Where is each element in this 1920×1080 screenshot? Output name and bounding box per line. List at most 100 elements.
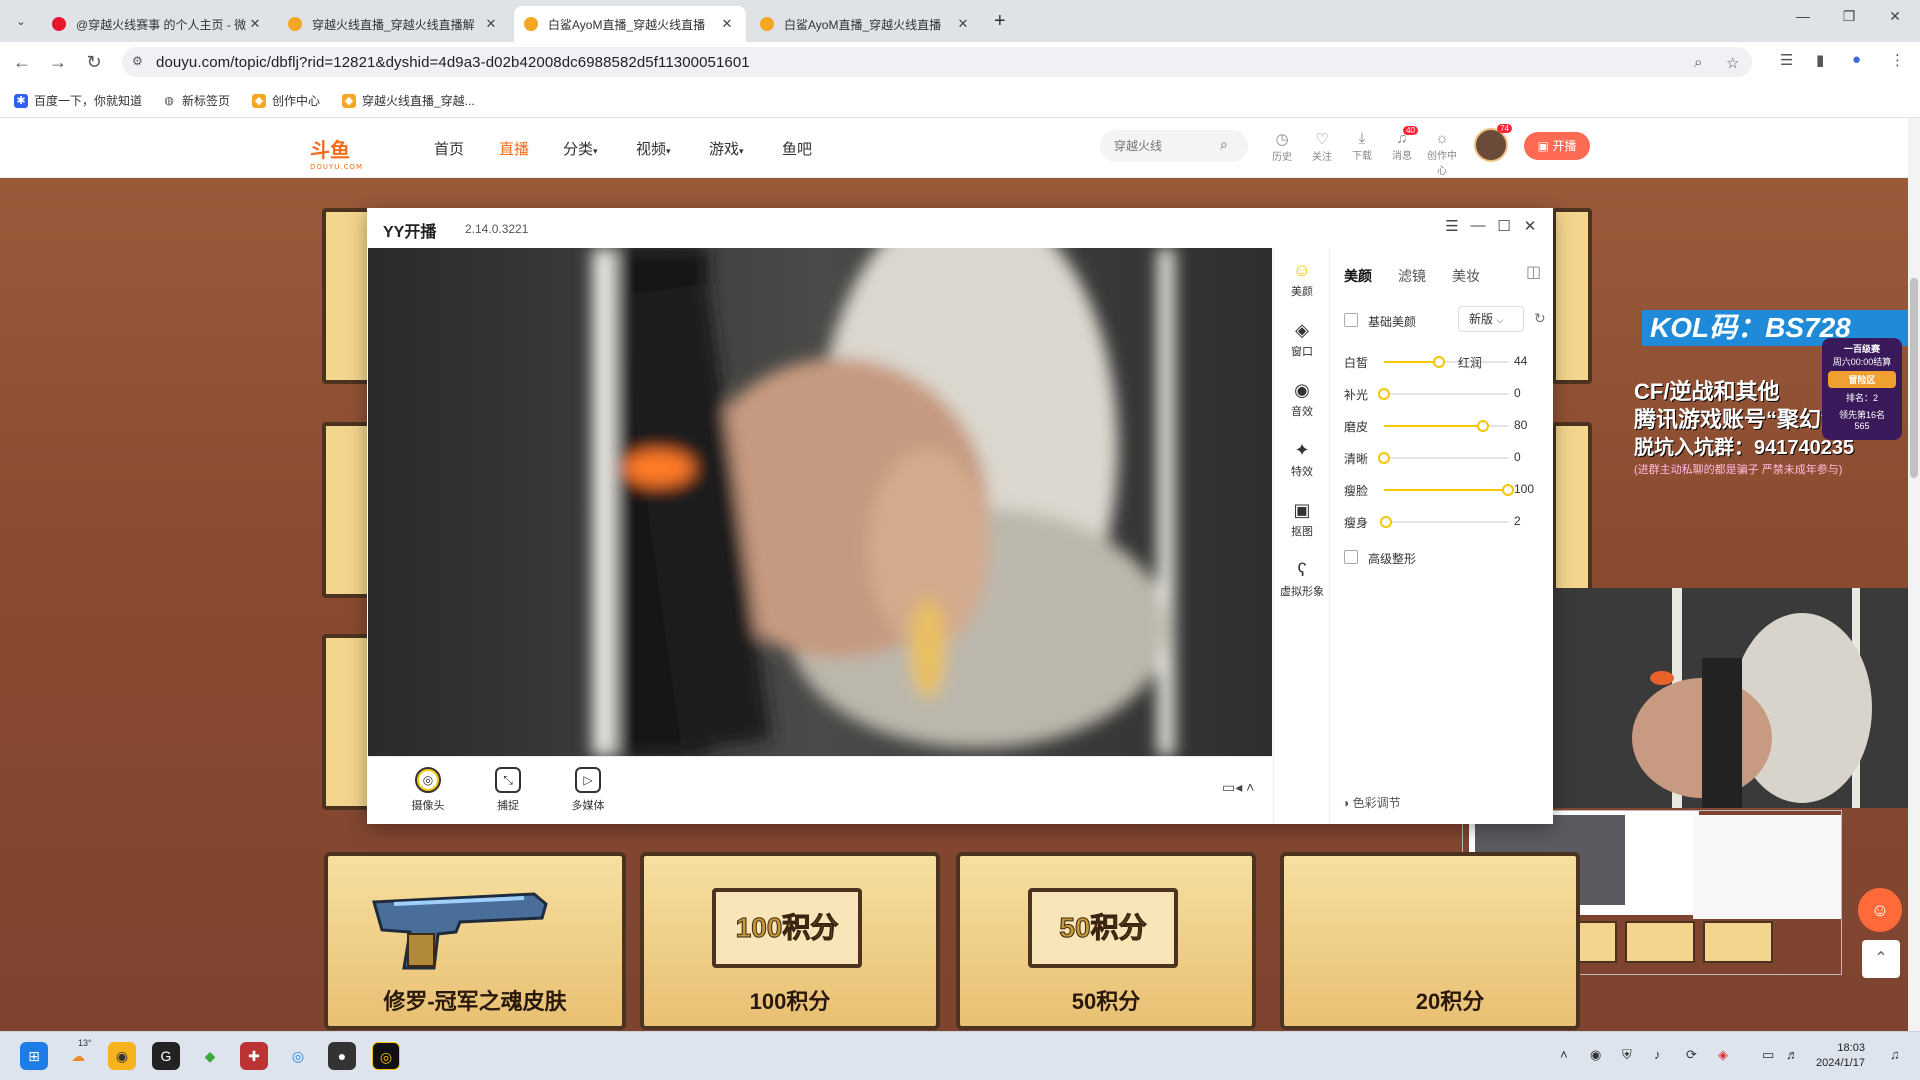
- browser-tab[interactable]: @穿越火线赛事 的个人主页 - 微 ✕: [42, 6, 274, 42]
- obs-app-icon[interactable]: ●: [328, 1042, 356, 1070]
- close-window-icon[interactable]: ✕: [1880, 8, 1910, 25]
- reload-icon[interactable]: ↻: [82, 51, 106, 75]
- basic-beauty-checkbox[interactable]: [1344, 313, 1358, 327]
- prize-card[interactable]: 20积分: [1280, 852, 1580, 1030]
- page-scrollbar[interactable]: [1908, 118, 1920, 1031]
- restore-icon[interactable]: ❐: [1834, 8, 1864, 25]
- browser-tab[interactable]: 白鲨AyoM直播_穿越火线直播 ✕: [750, 6, 982, 42]
- nav-games[interactable]: 游戏▾: [709, 138, 744, 159]
- close-tab-icon[interactable]: ✕: [246, 16, 264, 32]
- side-avatar[interactable]: ʕ 虚拟形象: [1274, 560, 1330, 599]
- slider-fill-light[interactable]: 补光 0: [1344, 384, 1544, 404]
- app-leaf-icon[interactable]: ◆: [196, 1042, 224, 1070]
- nav-category[interactable]: 分类▾: [563, 138, 598, 159]
- back-to-top-icon[interactable]: ⌃: [1862, 940, 1900, 978]
- tab-search-icon[interactable]: ⌄: [10, 10, 32, 32]
- bookmark-star-icon[interactable]: ☆: [1726, 54, 1739, 72]
- clock[interactable]: 18:03 2024/1/17: [1816, 1041, 1865, 1071]
- slider-body-slim[interactable]: 瘦身 2: [1344, 512, 1544, 532]
- windows-start-icon[interactable]: ⊞: [20, 1042, 48, 1070]
- follow-button[interactable]: ♡ 关注: [1304, 130, 1340, 163]
- back-icon[interactable]: ←: [10, 51, 34, 75]
- slider-sharpness[interactable]: 清晰 0: [1344, 448, 1544, 468]
- video-source-icon[interactable]: ▭◂ ˄: [1222, 779, 1254, 796]
- capture-tool[interactable]: ⤡ 捕捉: [478, 767, 538, 813]
- slider-knob[interactable]: [1378, 388, 1390, 400]
- zoom-icon[interactable]: ⌕: [1694, 54, 1702, 71]
- close-tab-icon[interactable]: ✕: [482, 16, 500, 32]
- nav-live[interactable]: 直播: [499, 138, 529, 159]
- profile-icon[interactable]: ●: [1852, 51, 1861, 68]
- prize-card[interactable]: 修罗-冠军之魂皮肤: [324, 852, 626, 1030]
- browser-tab[interactable]: 穿越火线直播_穿越火线直播解 ✕: [278, 6, 510, 42]
- slider-track[interactable]: [1380, 516, 1508, 528]
- tab-makeup[interactable]: 美妆: [1452, 266, 1480, 286]
- tray-security-icon[interactable]: ◈: [1718, 1047, 1728, 1063]
- slider-knob[interactable]: [1432, 356, 1445, 368]
- slider-knob[interactable]: [1380, 516, 1393, 528]
- side-cutout[interactable]: ▣ 抠图: [1274, 500, 1330, 539]
- version-select[interactable]: 新版 ⌵: [1458, 306, 1524, 332]
- slider-track[interactable]: [1384, 484, 1514, 496]
- side-effects[interactable]: ✦ 特效: [1274, 440, 1330, 479]
- tray-network-shield-icon[interactable]: ⛨: [1622, 1047, 1632, 1063]
- crossfire-app-icon[interactable]: ✚: [240, 1042, 268, 1070]
- site-info-icon[interactable]: ⚙: [132, 54, 148, 70]
- go-live-button[interactable]: ▣ 开播: [1524, 132, 1590, 160]
- app-g-icon[interactable]: G: [152, 1042, 180, 1070]
- url-bar[interactable]: ⚙ douyu.com/topic/dbflj?rid=12821&dyshid…: [122, 47, 1752, 77]
- slider-track[interactable]: [1384, 356, 1508, 368]
- slider-knob[interactable]: [1477, 420, 1490, 432]
- yy-minimize-icon[interactable]: —: [1467, 217, 1489, 234]
- nav-video[interactable]: 视频▾: [636, 138, 671, 159]
- color-adjust-button[interactable]: ◑ 色彩调节: [1342, 794, 1401, 811]
- tab-beauty[interactable]: 美颜: [1344, 266, 1372, 286]
- nav-home[interactable]: 首页: [434, 138, 464, 159]
- more-menu-icon[interactable]: ⋮: [1890, 51, 1905, 69]
- slider-face-slim[interactable]: 瘦脸 100: [1344, 480, 1544, 500]
- network-icon[interactable]: ▭: [1762, 1047, 1774, 1063]
- bookmark-item[interactable]: ◍ 新标签页: [162, 92, 230, 109]
- split-view-icon[interactable]: ◫: [1526, 262, 1541, 282]
- volume-icon[interactable]: ♬: [1786, 1047, 1799, 1062]
- creator-center-button[interactable]: ☼ 创作中心: [1424, 130, 1460, 177]
- search-icon[interactable]: ⌕: [1220, 136, 1228, 153]
- bookmark-item[interactable]: ✱ 百度一下，你就知道: [14, 92, 142, 109]
- rank-card[interactable]: 一百级赛 周六00:00结算 冒险区 排名：2 领先第16名 565: [1822, 338, 1902, 440]
- prize-card[interactable]: 100积分 100积分: [640, 852, 940, 1030]
- tray-app-icon[interactable]: ◉: [1590, 1047, 1601, 1063]
- forward-icon[interactable]: →: [46, 51, 70, 75]
- close-tab-icon[interactable]: ✕: [718, 16, 736, 32]
- chat-bubble-icon[interactable]: ☺: [1858, 888, 1902, 932]
- slider-track[interactable]: [1378, 388, 1508, 400]
- douyu-app-icon[interactable]: ◉: [108, 1042, 136, 1070]
- yy-app-icon[interactable]: ◎: [372, 1042, 400, 1070]
- yy-maximize-icon[interactable]: ☐: [1493, 217, 1515, 235]
- reset-icon[interactable]: ↻: [1534, 310, 1546, 327]
- history-button[interactable]: ◷ 历史: [1264, 130, 1300, 163]
- tray-sync-icon[interactable]: ⟳: [1686, 1047, 1697, 1063]
- download-button[interactable]: ⤓ 下载: [1344, 130, 1380, 162]
- bookmark-item[interactable]: ◆ 穿越火线直播_穿越...: [342, 92, 475, 109]
- prize-card[interactable]: 50积分 50积分: [956, 852, 1256, 1030]
- slider-smoothing[interactable]: 磨皮 80: [1344, 416, 1544, 436]
- slider-track[interactable]: [1378, 452, 1508, 464]
- yy-menu-icon[interactable]: ☰: [1441, 217, 1463, 235]
- messages-button[interactable]: ♫ 消息 40: [1384, 126, 1420, 162]
- yy-titlebar[interactable]: YY开播 2.14.0.3221 ☰ — ☐ ✕: [367, 208, 1553, 248]
- browser-tab-active[interactable]: 白鲨AyoM直播_穿越火线直播 ✕: [514, 6, 746, 42]
- slider-track[interactable]: [1384, 420, 1508, 432]
- minimize-icon[interactable]: —: [1788, 8, 1818, 24]
- side-panel-icon[interactable]: ▮: [1816, 51, 1824, 69]
- user-avatar[interactable]: 74: [1474, 124, 1512, 162]
- slider-knob[interactable]: [1378, 452, 1390, 464]
- douyu-logo[interactable]: 斗鱼 DOUYU.COM: [310, 134, 363, 171]
- side-audio[interactable]: ◉ 音效: [1274, 380, 1330, 419]
- tray-expand-icon[interactable]: ˄: [1560, 1047, 1568, 1062]
- reading-list-icon[interactable]: ☰: [1780, 51, 1793, 69]
- microphone-icon[interactable]: ♪: [1654, 1047, 1661, 1062]
- side-beauty[interactable]: ☺ 美颜: [1274, 260, 1330, 299]
- side-window[interactable]: ◈ 窗口: [1274, 320, 1330, 359]
- camera-tool[interactable]: ◎ 摄像头: [398, 767, 458, 813]
- scrollbar-thumb[interactable]: [1910, 278, 1918, 478]
